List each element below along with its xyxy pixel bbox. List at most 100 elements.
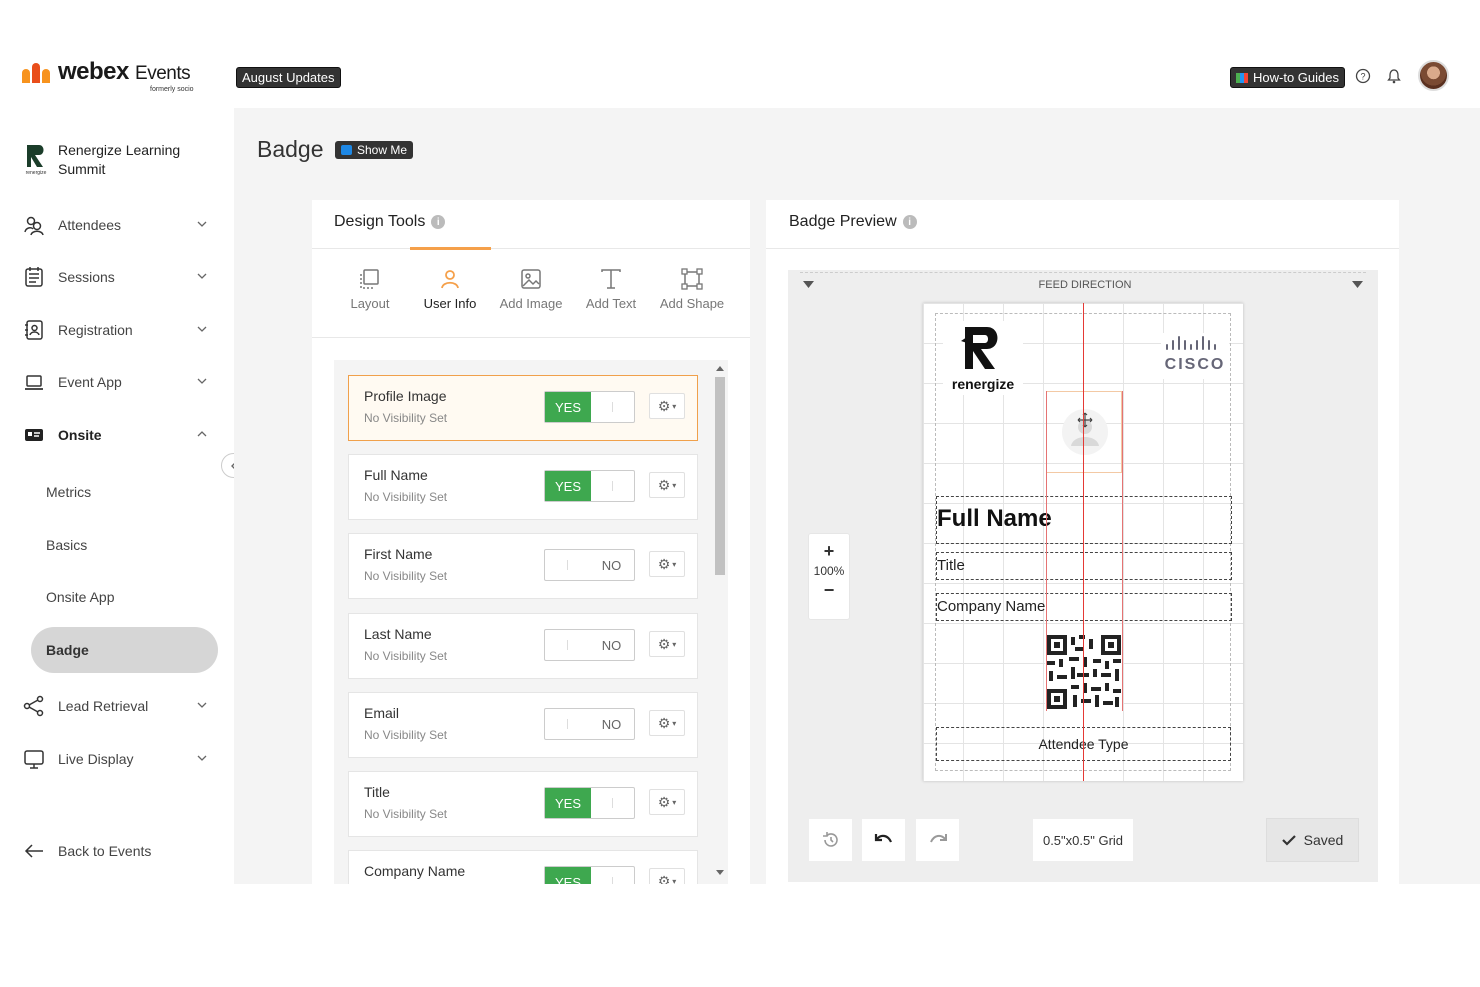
scroll-down-icon[interactable] xyxy=(716,870,724,876)
nav-registration[interactable]: Registration xyxy=(22,315,212,345)
bell-icon[interactable] xyxy=(1386,68,1402,84)
field-card-last-name[interactable]: Last Name No Visibility Set NO ⚙ ▾ xyxy=(348,613,698,679)
field-card-email[interactable]: Email No Visibility Set NO ⚙ ▾ xyxy=(348,692,698,758)
nav-event-app[interactable]: Event App xyxy=(22,367,212,397)
nav-attendees[interactable]: Attendees xyxy=(22,210,212,240)
top-bar: webex Events formerly socio August Updat… xyxy=(0,0,1480,108)
nav-label: Live Display xyxy=(58,751,134,767)
field-name: Last Name xyxy=(364,626,432,642)
field-card-full-name[interactable]: Full Name No Visibility Set YES ⚙ ▾ xyxy=(348,454,698,520)
laptop-icon xyxy=(22,370,46,394)
back-to-events-link[interactable]: Back to Events xyxy=(22,836,212,866)
visibility-toggle[interactable]: NO xyxy=(544,708,635,740)
history-icon xyxy=(822,832,838,847)
attendees-icon xyxy=(22,213,46,237)
qr-code[interactable] xyxy=(1045,633,1123,711)
help-icon[interactable]: ? xyxy=(1355,68,1371,84)
history-button[interactable] xyxy=(808,818,853,862)
grid-size-button[interactable]: 0.5"x0.5" Grid xyxy=(1032,818,1134,862)
field-settings-button[interactable]: ⚙ ▾ xyxy=(649,551,685,577)
visibility-toggle[interactable]: YES xyxy=(544,470,635,502)
zoom-in-button[interactable]: + xyxy=(809,541,849,562)
badge-company-field[interactable]: Company Name xyxy=(936,593,1232,621)
sponsor-logo[interactable]: CISCO xyxy=(1161,333,1229,379)
nav-sub-basics[interactable]: Basics xyxy=(46,537,87,553)
back-label: Back to Events xyxy=(58,843,152,859)
field-list-scrollbar[interactable] xyxy=(714,362,726,882)
webex-events-logo[interactable]: webex Events xyxy=(22,58,191,86)
user-avatar[interactable] xyxy=(1418,60,1449,91)
org-logo: renergize xyxy=(22,141,50,175)
nav-lead-retrieval[interactable]: Lead Retrieval xyxy=(22,691,212,721)
scrollbar-thumb[interactable] xyxy=(715,377,725,575)
visibility-toggle[interactable]: NO xyxy=(544,629,635,661)
divider xyxy=(312,248,750,249)
field-settings-button[interactable]: ⚙ ▾ xyxy=(649,393,685,419)
chevron-down-icon xyxy=(197,221,207,227)
move-icon[interactable] xyxy=(1077,412,1093,428)
redo-icon xyxy=(929,834,947,843)
field-card-first-name[interactable]: First Name No Visibility Set NO ⚙ ▾ xyxy=(348,533,698,599)
field-card-title[interactable]: Title No Visibility Set YES ⚙ ▾ xyxy=(348,771,698,837)
toggle-state: YES xyxy=(545,392,591,422)
august-updates-button[interactable]: August Updates xyxy=(236,67,341,88)
badge-title-field[interactable]: Title xyxy=(936,552,1232,580)
visibility-toggle[interactable]: YES xyxy=(544,787,635,819)
nav-onsite[interactable]: Onsite xyxy=(22,420,212,450)
info-icon[interactable]: i xyxy=(431,215,446,229)
how-to-guides-button[interactable]: How-to Guides xyxy=(1230,67,1345,88)
chevron-down-icon xyxy=(197,702,207,708)
scroll-up-icon[interactable] xyxy=(716,365,724,371)
badge-full-name-field[interactable]: Full Name xyxy=(936,496,1232,544)
nav-sub-metrics[interactable]: Metrics xyxy=(46,484,91,500)
how-to-guides-label: How-to Guides xyxy=(1253,70,1339,85)
visibility-toggle[interactable]: YES xyxy=(544,866,635,884)
field-name: First Name xyxy=(364,546,433,562)
caret-down-icon: ▾ xyxy=(672,559,677,569)
toggle-state: NO xyxy=(601,557,622,573)
saved-button[interactable]: Saved xyxy=(1266,818,1359,862)
nav-sub-onsite-app[interactable]: Onsite App xyxy=(46,589,115,605)
tab-add-text[interactable]: Add Text xyxy=(571,262,651,311)
field-settings-button[interactable]: ⚙ ▾ xyxy=(649,710,685,736)
field-settings-button[interactable]: ⚙ ▾ xyxy=(649,789,685,815)
undo-button[interactable] xyxy=(861,818,906,862)
tab-layout[interactable]: Layout xyxy=(330,262,410,311)
info-icon[interactable]: i xyxy=(902,215,917,229)
caret-down-icon: ▾ xyxy=(672,718,677,728)
field-card-company-name[interactable]: Company Name YES ⚙ ▾ xyxy=(348,850,698,884)
tab-label: Layout xyxy=(350,296,390,311)
field-settings-button[interactable]: ⚙ ▾ xyxy=(649,631,685,657)
nav-sessions[interactable]: Sessions xyxy=(22,262,212,292)
field-settings-button[interactable]: ⚙ ▾ xyxy=(649,868,685,884)
nav-live-display[interactable]: Live Display xyxy=(22,744,212,774)
profile-image-placeholder[interactable] xyxy=(1046,391,1122,473)
tab-add-image[interactable]: Add Image xyxy=(491,262,571,311)
nav-sub-badge[interactable]: Badge xyxy=(46,642,89,658)
show-me-button[interactable]: Show Me xyxy=(335,141,414,159)
field-visibility: No Visibility Set xyxy=(364,569,448,583)
nav-label: Attendees xyxy=(58,217,122,233)
active-tab-indicator xyxy=(410,247,491,250)
tab-label: Add Image xyxy=(499,296,563,311)
feed-direction-label: FEED DIRECTION xyxy=(1038,279,1132,291)
page-title: Badge xyxy=(257,136,324,162)
badge-canvas[interactable]: renergize CISCO Full Name Title Company … xyxy=(923,303,1243,781)
redo-button[interactable] xyxy=(915,818,960,862)
chevron-up-icon xyxy=(197,431,207,437)
tab-user-info[interactable]: User Info xyxy=(410,262,490,311)
tab-add-shape[interactable]: Add Shape xyxy=(652,262,732,311)
monitor-icon xyxy=(22,747,46,771)
caret-down-icon[interactable] xyxy=(1352,281,1363,289)
zoom-out-button[interactable]: − xyxy=(809,580,849,601)
badge-logo[interactable]: renergize xyxy=(943,321,1023,395)
caret-down-icon[interactable] xyxy=(803,281,814,289)
field-settings-button[interactable]: ⚙ ▾ xyxy=(649,472,685,498)
toggle-state: YES xyxy=(545,471,591,501)
sessions-icon xyxy=(22,265,46,289)
visibility-toggle[interactable]: YES xyxy=(544,391,635,423)
visibility-toggle[interactable]: NO xyxy=(544,549,635,581)
nav-label: Lead Retrieval xyxy=(58,698,149,714)
alignment-guide xyxy=(1046,391,1047,711)
field-card-profile-image[interactable]: Profile Image No Visibility Set YES ⚙ ▾ xyxy=(348,375,698,441)
